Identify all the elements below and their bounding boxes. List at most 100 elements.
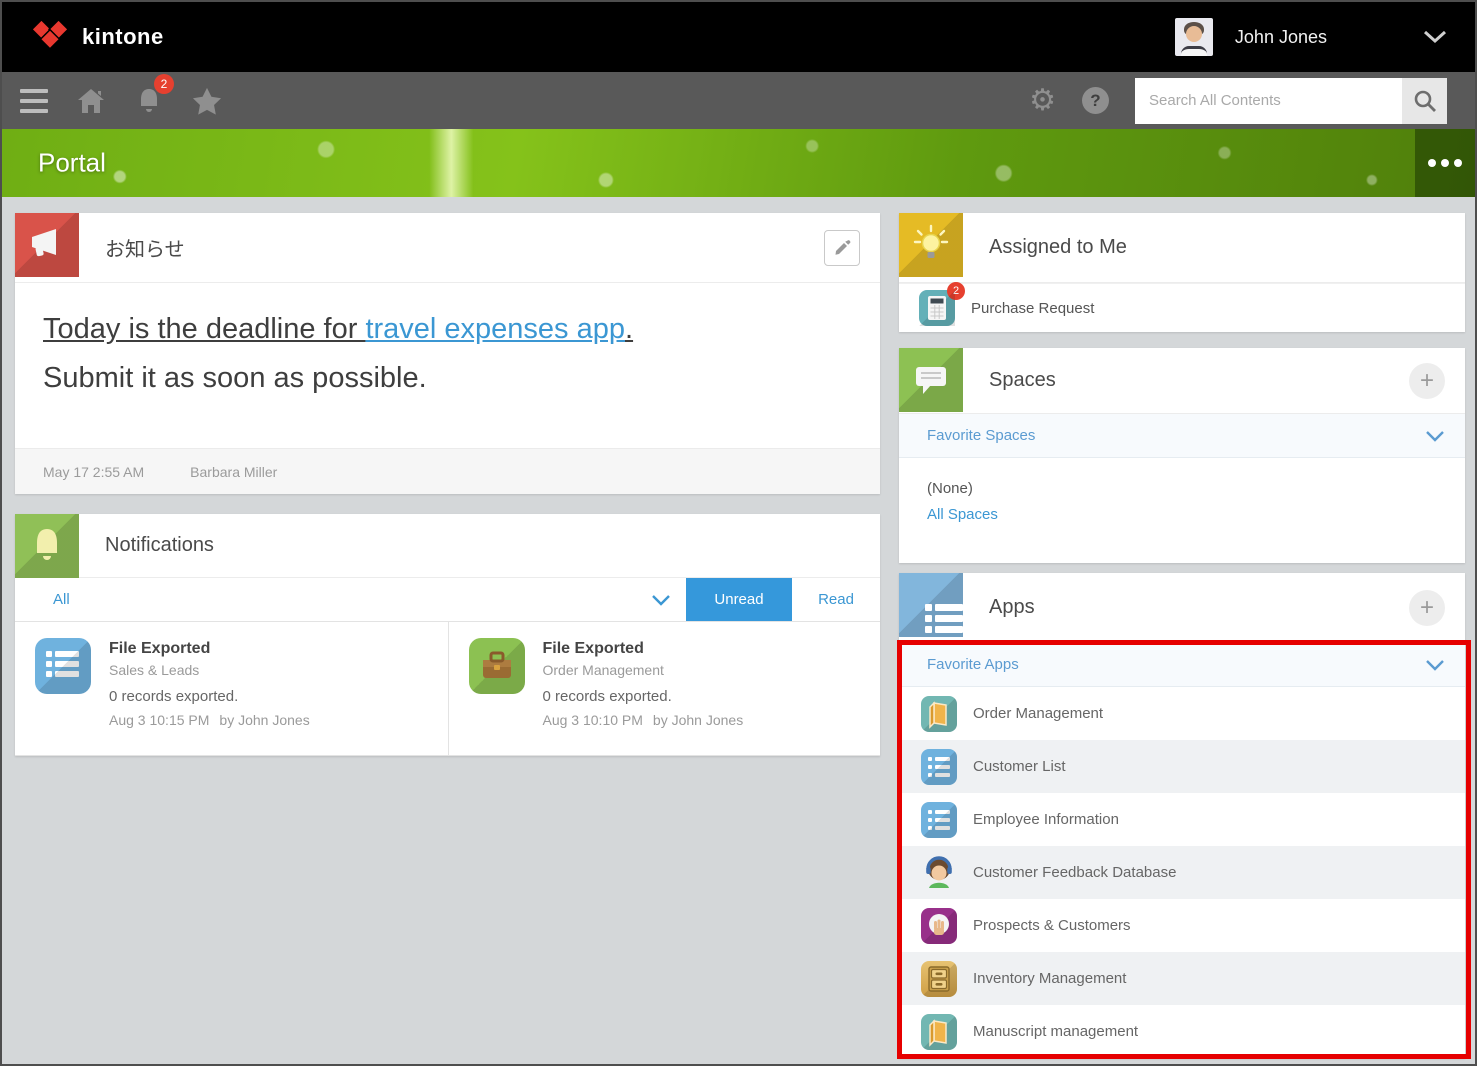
app-label: Prospects & Customers (973, 917, 1131, 934)
hand-app-icon (921, 908, 957, 944)
sales-leads-app-icon (35, 638, 91, 694)
notification-title: File Exported (109, 640, 310, 658)
assigned-title: Assigned to Me (989, 236, 1127, 259)
notification-title: File Exported (543, 640, 744, 658)
user-avatar[interactable] (1175, 18, 1213, 56)
app-row-customer-list[interactable]: Customer List (899, 740, 1465, 793)
favorite-apps-label: Favorite Apps (927, 656, 1019, 673)
notifications-bell-icon[interactable]: 2 (134, 84, 164, 118)
app-row-customer-feedback-database[interactable]: Customer Feedback Database (899, 846, 1465, 899)
app-label: Manuscript management (973, 1023, 1138, 1040)
help-icon[interactable]: ? (1082, 87, 1109, 114)
app-label: Employee Information (973, 811, 1119, 828)
edit-pencil-icon (833, 239, 851, 257)
app-label: Inventory Management (973, 970, 1126, 987)
notification-app-name: Sales & Leads (109, 662, 310, 678)
apps-chevron-down-icon (1425, 659, 1445, 671)
ellipsis-icon (1428, 159, 1436, 167)
list-app-icon (921, 749, 957, 785)
tab-unread[interactable]: Unread (686, 578, 792, 621)
settings-gear-icon[interactable]: ⚙ (1029, 86, 1056, 116)
kintone-logo-icon (30, 19, 70, 55)
announcement-megaphone-icon (15, 213, 79, 277)
purchase-request-label: Purchase Request (971, 300, 1094, 317)
kintone-logo[interactable]: kintone (30, 19, 164, 55)
announcement-text-1: Today is the deadline for (43, 313, 365, 345)
assigned-item-purchase-request[interactable]: 2 Purchase Request (899, 283, 1465, 332)
brand-name: kintone (82, 24, 164, 50)
notification-by: by John Jones (653, 712, 743, 728)
apps-title: Apps (989, 596, 1035, 619)
portal-options-button[interactable] (1415, 129, 1475, 197)
favorite-apps-dropdown[interactable]: Favorite Apps (899, 643, 1465, 687)
all-spaces-link[interactable]: All Spaces (927, 506, 1465, 523)
drawer-app-icon (921, 961, 957, 997)
home-icon[interactable] (76, 84, 106, 118)
app-row-manuscript-management[interactable]: Manuscript management (899, 1005, 1465, 1058)
filter-chevron-down-icon[interactable] (636, 578, 686, 621)
plus-icon: + (1420, 596, 1434, 620)
user-name[interactable]: John Jones (1235, 27, 1327, 48)
notifications-title: Notifications (105, 534, 214, 557)
add-app-button[interactable]: + (1409, 590, 1445, 626)
folder-app-icon (921, 1014, 957, 1050)
app-label: Customer Feedback Database (973, 864, 1176, 881)
favorite-apps-list: Order Management Customer List Employee … (899, 687, 1465, 1058)
tab-read[interactable]: Read (792, 578, 880, 621)
folder-app-icon (921, 696, 957, 732)
toolbar: 2 ⚙ ? (2, 72, 1475, 129)
favorite-spaces-label: Favorite Spaces (927, 427, 1035, 444)
portal-cover-banner: Portal (2, 129, 1475, 197)
page-title: Portal (38, 148, 106, 179)
app-row-inventory-management[interactable]: Inventory Management (899, 952, 1465, 1005)
notification-time: Aug 3 10:10 PM (543, 712, 643, 728)
spaces-title: Spaces (989, 369, 1056, 392)
announcement-date: May 17 2:55 AM (43, 464, 144, 480)
edit-announcement-button[interactable] (824, 230, 860, 266)
spaces-chevron-down-icon (1425, 430, 1445, 442)
apps-list-icon (899, 573, 963, 637)
support-person-app-icon (921, 855, 957, 891)
spaces-widget: Spaces + Favorite Spaces (None) All Spac… (899, 348, 1465, 563)
bell-badge: 2 (154, 74, 174, 94)
search-button[interactable] (1402, 78, 1447, 124)
notification-body: 0 records exported. (543, 688, 744, 705)
assigned-lightbulb-icon (899, 213, 963, 277)
menu-icon[interactable] (20, 89, 48, 113)
add-space-button[interactable]: + (1409, 363, 1445, 399)
favorite-spaces-dropdown[interactable]: Favorite Spaces (899, 414, 1465, 458)
notifications-widget: Notifications All Unread Read (15, 514, 880, 756)
apps-widget: Apps + Favorite Apps Order Management (899, 573, 1465, 1058)
spaces-none-label: (None) (927, 480, 1465, 497)
filter-all-dropdown[interactable]: All (53, 591, 70, 608)
notification-app-name: Order Management (543, 662, 744, 678)
announcement-body: Today is the deadline for travel expense… (15, 283, 880, 448)
notification-by: by John Jones (219, 712, 309, 728)
travel-expenses-app-link[interactable]: travel expenses app (365, 313, 625, 345)
order-management-app-icon (469, 638, 525, 694)
notification-time: Aug 3 10:15 PM (109, 712, 209, 728)
list-app-icon (921, 802, 957, 838)
announcement-title: お知らせ (105, 233, 185, 262)
announcement-widget: お知らせ Today is the deadline for travel ex… (15, 213, 880, 494)
spaces-speech-bubble-icon (899, 348, 963, 412)
app-label: Order Management (973, 705, 1103, 722)
notifications-filter-bar: All Unread Read (15, 578, 880, 622)
purchase-request-app-icon: 2 (919, 290, 955, 326)
announcement-author[interactable]: Barbara Miller (190, 464, 277, 480)
favorites-star-icon[interactable] (192, 84, 222, 118)
notification-card[interactable]: File Exported Sales & Leads 0 records ex… (15, 622, 448, 755)
top-bar: kintone John Jones (2, 2, 1475, 72)
app-row-employee-information[interactable]: Employee Information (899, 793, 1465, 846)
notifications-bell-tile-icon (15, 514, 79, 578)
user-menu-chevron-icon[interactable] (1423, 30, 1447, 44)
kintone-portal: kintone John Jones 2 ⚙ ? (0, 0, 1477, 1066)
announcement-text-2: Submit it as soon as possible. (43, 362, 852, 395)
notification-card[interactable]: File Exported Order Management 0 records… (448, 622, 881, 755)
app-row-order-management[interactable]: Order Management (899, 687, 1465, 740)
notification-body: 0 records exported. (109, 688, 310, 705)
app-label: Customer List (973, 758, 1066, 775)
app-row-prospects-customers[interactable]: Prospects & Customers (899, 899, 1465, 952)
search-input[interactable] (1135, 78, 1402, 124)
announcement-text-1-suffix: . (625, 313, 633, 345)
